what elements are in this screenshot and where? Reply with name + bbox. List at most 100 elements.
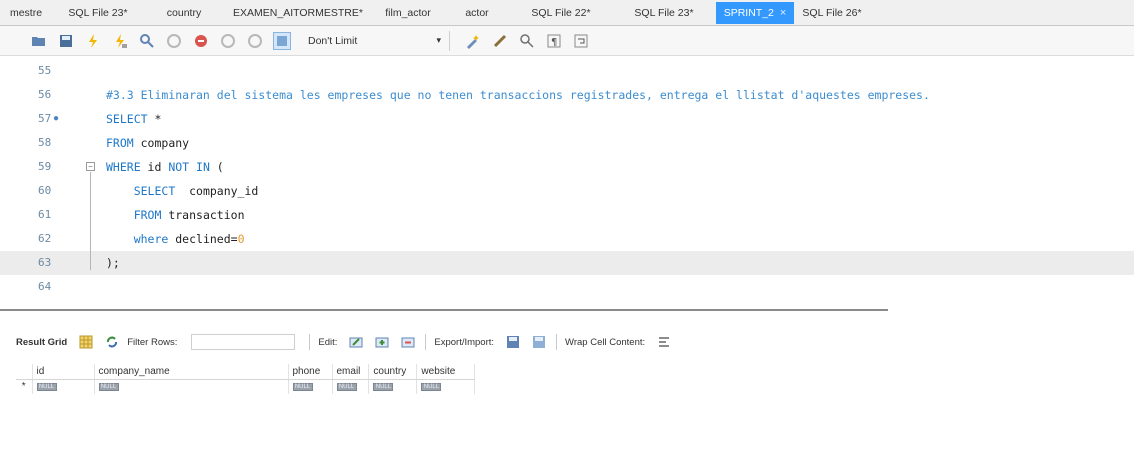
code-text: FROM transaction <box>106 203 245 227</box>
tab-sql-file-23[interactable]: SQL File 23* <box>52 2 144 24</box>
sql-identifier: transaction <box>161 208 245 222</box>
grid-header-row: id company_name phone email country webs… <box>16 364 476 380</box>
result-grid[interactable]: id company_name phone email country webs… <box>16 364 476 394</box>
cell-phone[interactable]: NULL <box>288 379 333 394</box>
delete-row-icon[interactable] <box>397 335 415 349</box>
import-icon[interactable] <box>528 335 546 349</box>
results-toolbar: Result Grid Filter Rows: Edit: Export/Im… <box>0 330 1134 354</box>
editor-line[interactable]: 56 #3.3 Eliminaran del sistema les empres… <box>0 83 1134 107</box>
editor-line[interactable]: 59 WHERE id NOT IN ( <box>0 155 1134 179</box>
rollback-icon[interactable] <box>246 32 264 50</box>
editor-tab-strip: mestre SQL File 23* country EXAMEN_AITOR… <box>0 0 1134 26</box>
sql-number: 0 <box>237 232 245 246</box>
bookmark-icon[interactable] <box>491 32 509 50</box>
sql-identifier <box>106 184 134 198</box>
editor-line[interactable]: 61 FROM transaction <box>0 203 1134 227</box>
column-header-country[interactable]: country <box>368 364 418 380</box>
result-grid-label[interactable]: Result Grid <box>16 337 67 348</box>
column-header-email[interactable]: email <box>332 364 370 380</box>
sql-keyword: WHERE <box>106 160 141 174</box>
save-icon[interactable] <box>57 32 75 50</box>
fold-guide <box>90 172 91 270</box>
null-badge: NULL <box>373 382 394 391</box>
editor-line[interactable]: 64 <box>0 275 1134 299</box>
add-row-icon[interactable] <box>371 335 389 349</box>
tab-label: SQL File 26* <box>802 6 862 19</box>
find-icon[interactable] <box>518 32 536 50</box>
tab-label: mestre <box>9 6 43 19</box>
beautify-icon[interactable] <box>464 32 482 50</box>
stop-icon[interactable] <box>165 32 183 50</box>
edit-row-icon[interactable] <box>345 335 363 349</box>
commit-icon[interactable] <box>219 32 237 50</box>
editor-line[interactable]: 55 <box>0 59 1134 83</box>
line-number: 58 <box>38 136 52 149</box>
editor-line[interactable]: 63); <box>0 251 1134 275</box>
grid-view-icon[interactable] <box>75 335 93 349</box>
sql-keyword: NOT IN <box>168 160 210 174</box>
fold-toggle-icon[interactable]: − <box>86 162 95 171</box>
column-header-id[interactable]: id <box>32 364 95 380</box>
mysql-workbench-window: mestre SQL File 23* country EXAMEN_AITOR… <box>0 0 1134 476</box>
editor-line[interactable]: 60 SELECT company_id <box>0 179 1134 203</box>
cell-company-name[interactable]: NULL <box>94 379 289 394</box>
limit-rows-select[interactable]: Don't Limit ▾ <box>302 30 450 51</box>
toggle-error-icon[interactable] <box>192 32 210 50</box>
tab-sprint-2[interactable]: SPRINT_2 × <box>716 1 794 24</box>
tab-label: SQL File 22* <box>531 6 591 19</box>
cell-website[interactable]: NULL <box>416 379 476 394</box>
execute-icon[interactable] <box>84 32 102 50</box>
column-header-company-name[interactable]: company_name <box>94 364 289 380</box>
sql-editor[interactable]: 55 56 #3.3 Eliminaran del sistema les empr… <box>0 57 1134 311</box>
row-header-corner <box>16 364 33 380</box>
tab-sql-file-22[interactable]: SQL File 22* <box>510 2 612 24</box>
line-number: 56 <box>38 88 52 101</box>
null-badge: NULL <box>336 382 357 391</box>
line-number: 61 <box>38 208 52 221</box>
export-import-label: Export/Import: <box>434 336 495 348</box>
tab-label: actor <box>465 6 489 19</box>
filter-rows-input[interactable] <box>191 334 296 350</box>
cell-email[interactable]: NULL <box>332 379 370 394</box>
autocommit-icon[interactable] <box>273 31 291 50</box>
editor-line[interactable]: 58 FROM company <box>0 131 1134 155</box>
sql-keyword: FROM <box>106 136 134 150</box>
line-number: 62 <box>38 232 52 245</box>
tab-examen-aitormestre[interactable]: EXAMEN_AITORMESTRE* <box>224 2 372 24</box>
line-number: 59 <box>38 160 52 173</box>
sql-keyword: where <box>133 232 169 246</box>
svg-text:¶: ¶ <box>551 37 557 48</box>
horizontal-scrollbar[interactable] <box>0 309 888 315</box>
tab-film-actor[interactable]: film_actor <box>372 2 444 24</box>
open-folder-icon[interactable] <box>30 32 48 50</box>
tab-label: EXAMEN_AITORMESTRE* <box>233 6 363 19</box>
sql-identifier: declined= <box>168 232 238 246</box>
invisible-chars-icon[interactable]: ¶ <box>545 32 563 50</box>
cell-id[interactable]: NULL <box>32 379 95 394</box>
tab-mestre[interactable]: mestre <box>0 2 52 24</box>
tab-sql-file-26[interactable]: SQL File 26* <box>794 2 870 24</box>
explain-icon[interactable] <box>138 32 156 50</box>
limit-rows-value: Don't Limit <box>308 34 358 47</box>
tab-country[interactable]: country <box>144 2 224 24</box>
table-row[interactable]: * NULL NULL NULL NULL NULL NULL <box>16 379 476 394</box>
cell-country[interactable]: NULL <box>368 379 418 394</box>
tab-actor[interactable]: actor <box>444 2 510 24</box>
tab-sql-file-23-b[interactable]: SQL File 23* <box>612 2 716 24</box>
export-icon[interactable] <box>502 335 520 349</box>
filter-refresh-icon[interactable] <box>101 335 119 349</box>
tab-label: SQL File 23* <box>68 6 128 19</box>
chevron-down-icon: ▾ <box>436 35 441 45</box>
column-header-phone[interactable]: phone <box>288 364 333 380</box>
editor-line[interactable]: 62 where declined=0 <box>0 227 1134 251</box>
tab-label: SQL File 23* <box>634 6 694 19</box>
editor-line[interactable]: 57 ● SELECT * <box>0 107 1134 131</box>
wrap-cell-icon[interactable] <box>653 335 671 349</box>
column-header-website[interactable]: website <box>416 364 476 380</box>
close-icon[interactable]: × <box>780 2 786 24</box>
null-badge: NULL <box>292 382 313 391</box>
sql-identifier: * <box>147 112 162 126</box>
tab-label: country <box>166 6 202 19</box>
wrap-icon[interactable] <box>572 32 590 50</box>
execute-current-icon[interactable] <box>111 32 129 50</box>
